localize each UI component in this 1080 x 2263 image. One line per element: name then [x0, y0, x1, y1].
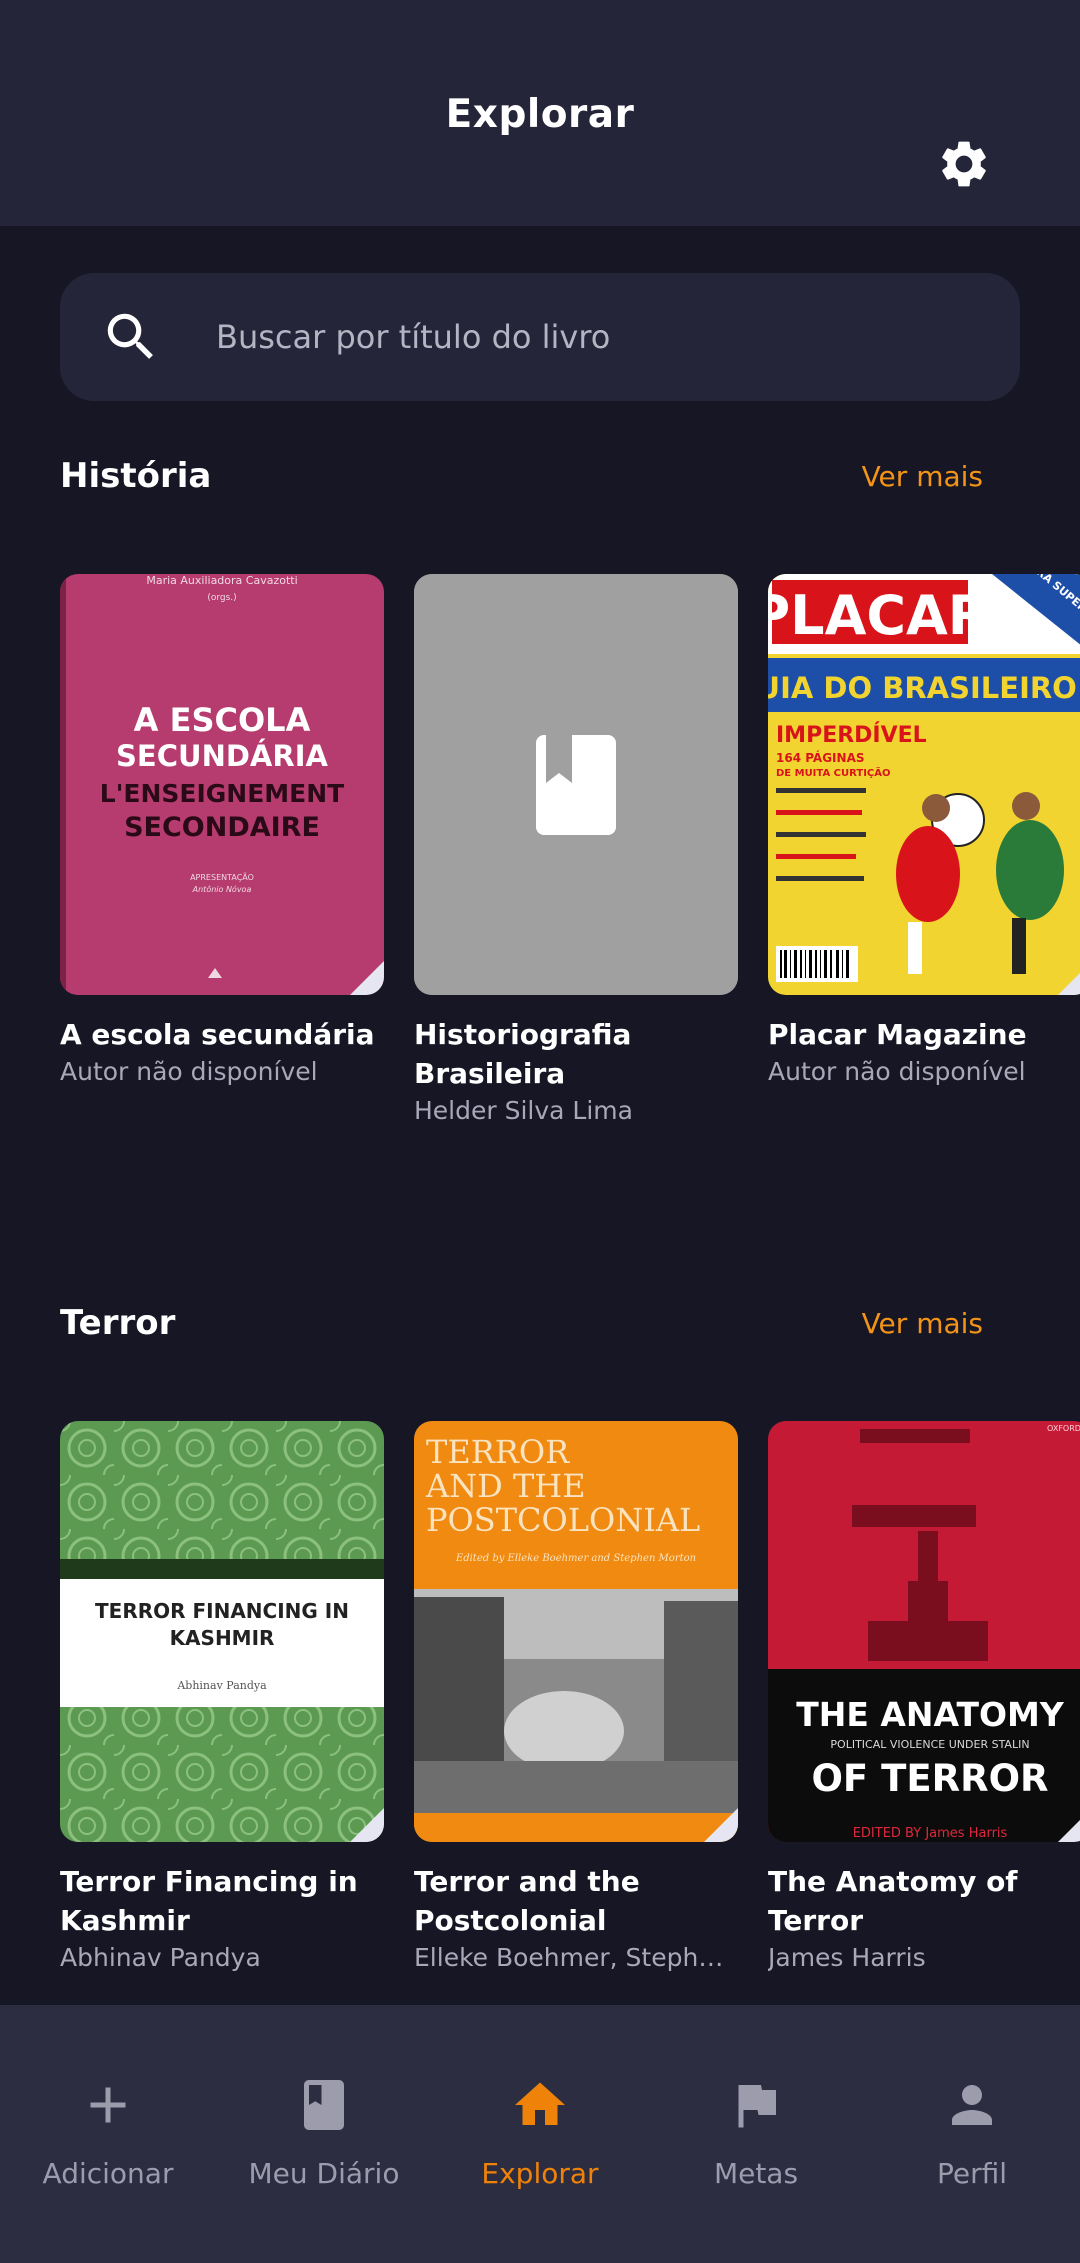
cover-text: OF TERROR: [811, 1757, 1048, 1800]
cover-text: IMPERDÍVEL: [776, 722, 927, 748]
see-more-historia-link[interactable]: Ver mais: [862, 460, 983, 493]
nav-item-meu-diario[interactable]: Meu Diário: [216, 2005, 432, 2263]
book-title: Terror Financing in Kashmir: [60, 1865, 358, 1937]
cover-text: Edited by Elleke Boehmer and Stephen Mor…: [455, 1553, 696, 1564]
cover-text: OXFORD: [1047, 1424, 1080, 1433]
cover-text: DE MUITA CURTIÇÃO: [776, 766, 891, 779]
flag-icon: [738, 2085, 776, 2128]
bottom-navigation: Adicionar Meu Diário Explorar Metas Perf…: [0, 2005, 1080, 2263]
book-cover: TERROR AND THE POSTCOLONIAL Edited by El…: [414, 1421, 738, 1842]
cover-text: TERROR FINANCING IN: [95, 1599, 349, 1623]
page-title: Explorar: [445, 92, 635, 137]
search-icon: [107, 313, 153, 359]
page-curl: [704, 1808, 738, 1842]
book-author: Autor não disponível: [768, 1057, 1026, 1086]
book-card[interactable]: TERROR AND THE POSTCOLONIAL Edited by El…: [414, 1421, 738, 1976]
book-icon: [304, 2080, 344, 2130]
book-cover: TERROR FINANCING IN KASHMIR Abhinav Pand…: [60, 1421, 384, 1842]
nav-label: Metas: [713, 2157, 799, 2190]
book-card[interactable]: PLACAR EXTRA SUPERTABELA GUIA DO BRASILE…: [768, 574, 1080, 1090]
cover-text: KASHMIR: [170, 1626, 275, 1650]
nav-item-explorar[interactable]: Explorar: [432, 2005, 648, 2263]
book-title: Historiografia Brasileira: [414, 1018, 632, 1090]
book-title: Placar Magazine: [768, 1018, 1027, 1051]
cover-text: (orgs.): [207, 593, 236, 603]
see-more-terror-link[interactable]: Ver mais: [862, 1307, 983, 1340]
cover-text: EDITED BY James Harris: [853, 1826, 1008, 1841]
book-title: A escola secundária: [60, 1018, 375, 1051]
app-header: Explorar: [0, 0, 1080, 226]
book-author: Helder Silva Lima: [414, 1096, 633, 1125]
cover-text: 164 PÁGINAS: [776, 750, 865, 765]
book-title: The Anatomy of Terror: [768, 1865, 1018, 1937]
section-title-terror: Terror: [60, 1303, 176, 1343]
nav-label: Explorar: [481, 2157, 599, 2190]
book-cover: PLACAR EXTRA SUPERTABELA GUIA DO BRASILE…: [768, 574, 1080, 995]
cover-text: PLACAR: [768, 584, 989, 647]
book-card[interactable]: Maria Auxiliadora Cavazotti (orgs.) A ES…: [60, 574, 384, 1090]
cover-text: AND THE: [425, 1467, 586, 1505]
settings-button[interactable]: [932, 132, 996, 196]
book-author: James Harris: [768, 1943, 926, 1972]
page-curl: [350, 1808, 384, 1842]
cover-text: L'ENSEIGNEMENT: [100, 779, 344, 808]
home-icon: [515, 2082, 565, 2125]
nav-label: Meu Diário: [248, 2157, 400, 2190]
cover-text: SECONDAIRE: [124, 812, 320, 843]
nav-item-metas[interactable]: Metas: [648, 2005, 864, 2263]
book-author: Elleke Boehmer, Stephen Morton: [414, 1943, 738, 1972]
search-input[interactable]: [216, 306, 976, 368]
book-cover: OXFORD THE ANATOMY POLITICAL VIOLENCE UN…: [768, 1421, 1080, 1842]
page-curl: [350, 961, 384, 995]
page-curl: [1058, 1808, 1080, 1842]
cover-text: A ESCOLA: [134, 701, 311, 739]
cover-text: Maria Auxiliadora Cavazotti: [146, 574, 297, 587]
person-icon: [952, 2085, 992, 2125]
cover-text: GUIA DO BRASILEIRO 93: [768, 671, 1080, 705]
cover-text: POSTCOLONIAL: [426, 1501, 700, 1539]
cover-text: Antônio Nóvoa: [192, 884, 252, 894]
book-author: Abhinav Pandya: [60, 1943, 261, 1972]
cover-text: SECUNDÁRIA: [116, 739, 328, 773]
cover-text: THE ANATOMY: [796, 1695, 1065, 1734]
section-title-historia: História: [60, 456, 212, 496]
book-author: Autor não disponível: [60, 1057, 318, 1086]
book-cover: [414, 574, 738, 995]
nav-item-perfil[interactable]: Perfil: [864, 2005, 1080, 2263]
book-cover: Maria Auxiliadora Cavazotti (orgs.) A ES…: [60, 574, 384, 995]
book-card[interactable]: OXFORD THE ANATOMY POLITICAL VIOLENCE UN…: [768, 1421, 1080, 1976]
cover-text: TERROR: [426, 1433, 570, 1471]
nav-label: Adicionar: [42, 2157, 174, 2190]
page-curl: [1058, 961, 1080, 995]
book-placeholder-icon: [414, 574, 738, 995]
book-title: Terror and the Postcolonial: [414, 1865, 640, 1937]
cover-text: APRESENTAÇÃO: [190, 872, 254, 882]
book-card[interactable]: Historiografia Brasileira Helder Silva L…: [414, 574, 738, 1129]
cover-text: POLITICAL VIOLENCE UNDER STALIN: [830, 1738, 1029, 1751]
book-card[interactable]: TERROR FINANCING IN KASHMIR Abhinav Pand…: [60, 1421, 384, 1976]
gear-icon: [942, 141, 986, 187]
nav-label: Perfil: [936, 2157, 1008, 2190]
plus-icon: [90, 2087, 126, 2123]
cover-text: Abhinav Pandya: [176, 1679, 267, 1692]
nav-item-adicionar[interactable]: Adicionar: [0, 2005, 216, 2263]
